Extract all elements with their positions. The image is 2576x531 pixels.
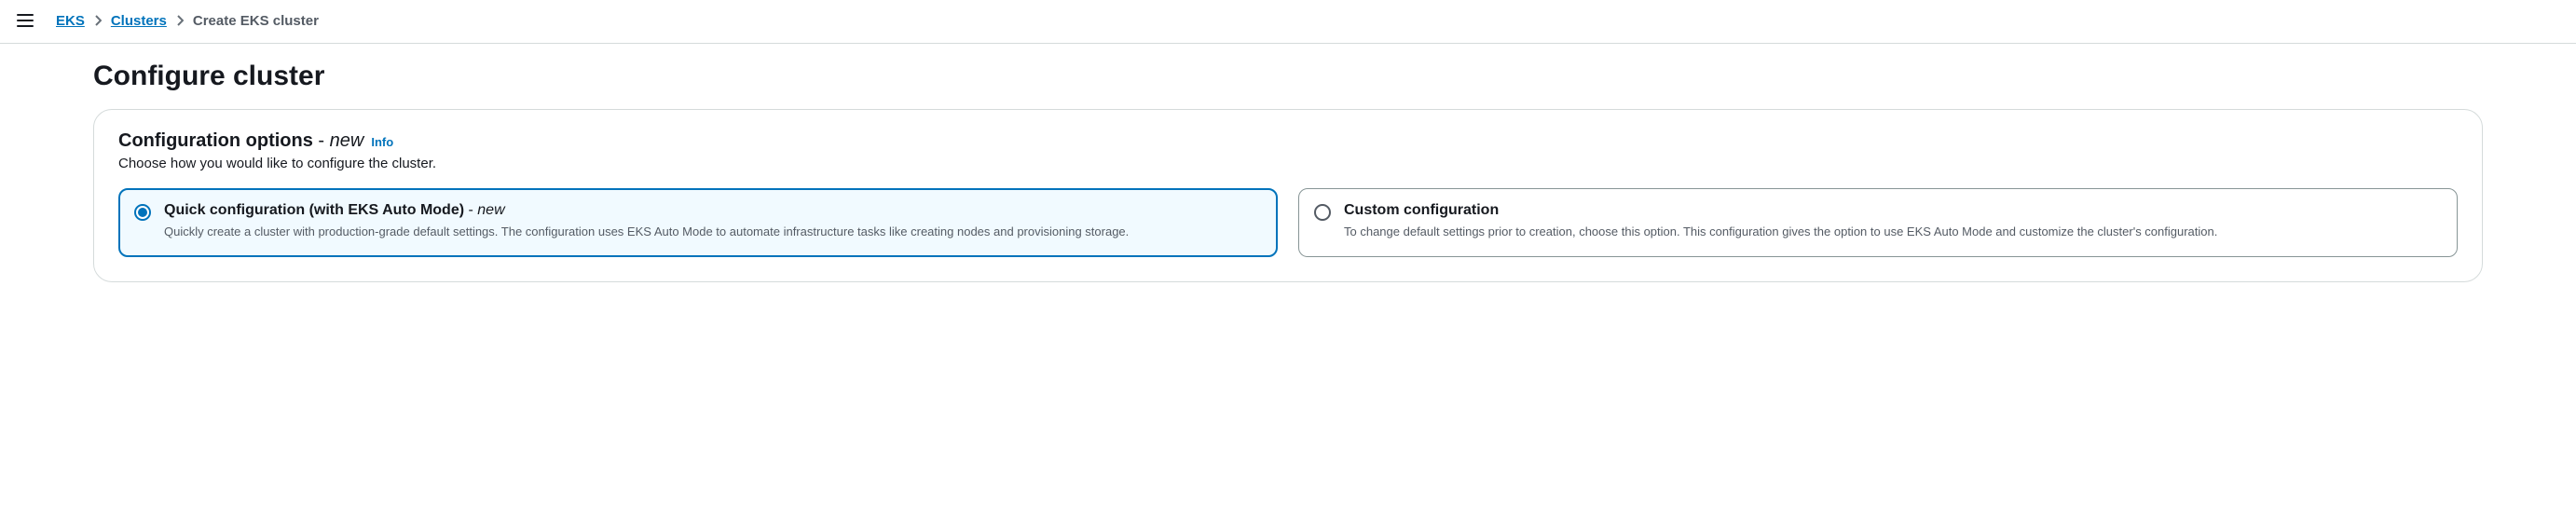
option-row: Quick configuration (with EKS Auto Mode)… [118,188,2458,257]
option-custom-desc: To change default settings prior to crea… [1344,223,2440,241]
breadcrumb-link-clusters[interactable]: Clusters [111,13,167,29]
breadcrumb: EKS Clusters Create EKS cluster [56,13,319,29]
breadcrumb-bar: EKS Clusters Create EKS cluster [0,0,2576,44]
option-quick-title-text: Quick configuration (with EKS Auto Mode) [164,202,464,218]
configuration-options-panel: Configuration options - new Info Choose … [93,109,2483,282]
radio-quick-icon [134,204,151,221]
option-quick-title: Quick configuration (with EKS Auto Mode)… [164,202,1260,219]
panel-title-dash: - [313,130,330,151]
option-custom-title: Custom configuration [1344,202,2440,219]
info-link[interactable]: Info [371,135,393,149]
option-quick-body: Quick configuration (with EKS Auto Mode)… [164,202,1260,241]
option-custom-body: Custom configuration To change default s… [1344,202,2440,241]
panel-title-new: new [330,130,364,151]
panel-header: Configuration options - new Info [118,130,2458,152]
option-quick-new: new [477,202,504,218]
option-quick-configuration[interactable]: Quick configuration (with EKS Auto Mode)… [118,188,1278,257]
breadcrumb-link-eks[interactable]: EKS [56,13,85,29]
chevron-right-icon [94,15,102,26]
breadcrumb-current: Create EKS cluster [193,13,319,29]
page-title: Configure cluster [93,61,2483,92]
panel-subtitle: Choose how you would like to configure t… [118,156,2458,171]
option-custom-configuration[interactable]: Custom configuration To change default s… [1298,188,2458,257]
panel-title: Configuration options - new [118,130,363,152]
option-quick-desc: Quickly create a cluster with production… [164,223,1260,241]
chevron-right-icon [176,15,184,26]
radio-custom-icon [1314,204,1331,221]
panel-title-text: Configuration options [118,130,313,151]
hamburger-menu-icon[interactable] [17,11,35,30]
option-quick-dash: - [464,202,477,218]
content: Configure cluster Configuration options … [0,44,2576,310]
